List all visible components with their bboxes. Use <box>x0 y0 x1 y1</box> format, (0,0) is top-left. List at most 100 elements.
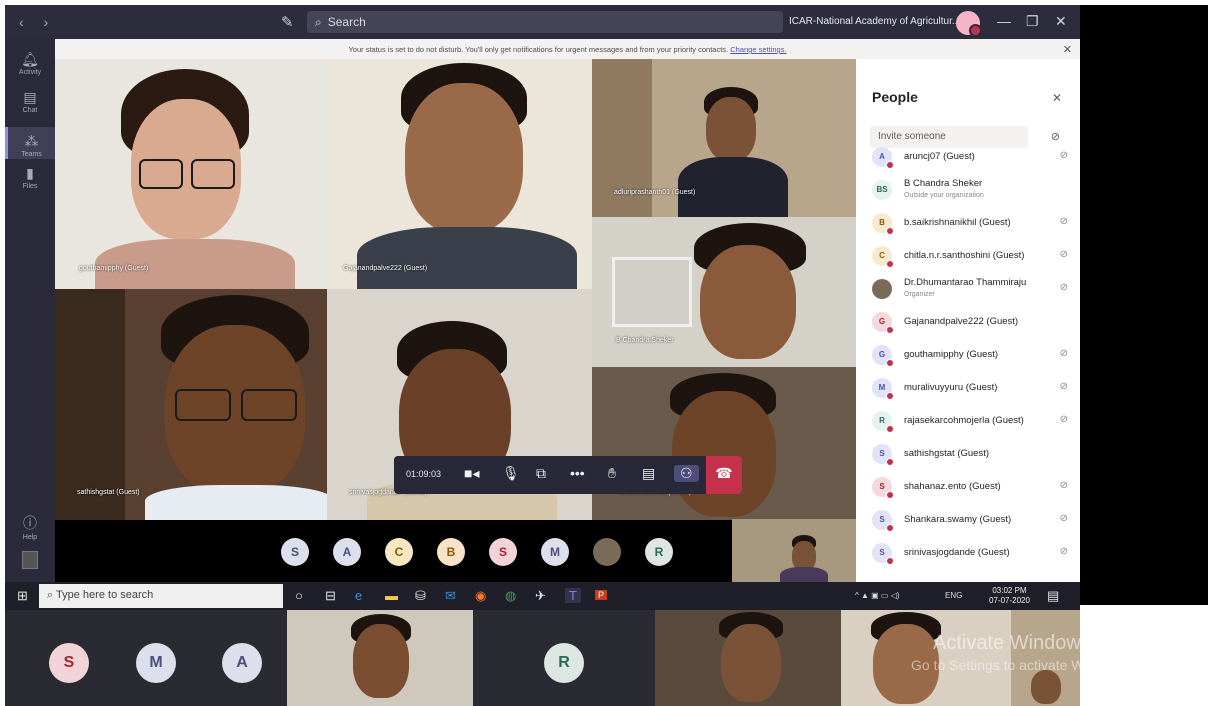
rail-item-help[interactable]: ⓘ Help <box>5 513 55 541</box>
participant-row[interactable]: G Gajanandpalve222 (Guest) <box>872 308 1068 338</box>
roster-avatar[interactable]: A <box>333 538 361 566</box>
participant-row[interactable]: Dr.Dhumantarao Thammiraju Organizer ⊘ <box>872 275 1068 305</box>
presence-dnd-icon <box>886 161 894 169</box>
avatar: A <box>872 147 894 169</box>
org-switcher[interactable]: ICAR-National Academy of Agricultur... ⌄ <box>789 16 971 27</box>
participant-name: Dr.Dhumantarao Thammiraju <box>904 277 1027 288</box>
participant-name: sathishgstat (Guest) <box>904 448 990 459</box>
bell-icon: 🔔︎ <box>21 51 39 67</box>
copy-link-icon[interactable]: ⊘ <box>1051 130 1060 143</box>
roster-avatar[interactable]: S <box>489 538 517 566</box>
share-screen-icon[interactable]: ⧉ <box>536 465 546 482</box>
taskbar-search-input[interactable]: ⌕ Type here to search <box>39 584 283 608</box>
participant-row[interactable]: Mmuralivuyyuru (Guest) ⊘ <box>872 374 1068 404</box>
rail-item-chat[interactable]: ▤ Chat <box>5 89 55 114</box>
presence-dnd-icon <box>886 524 894 532</box>
participant-row[interactable]: Bb.saikrishnanikhil (Guest) ⊘ <box>872 209 1068 239</box>
self-view-video[interactable] <box>732 519 856 583</box>
strip-avatar[interactable]: M <box>136 643 176 683</box>
microphone-icon[interactable]: 🎙︎ <box>502 465 520 482</box>
camera-icon[interactable]: ■◂ <box>464 465 479 482</box>
help-icon: ⓘ <box>23 515 37 531</box>
strip-video[interactable] <box>287 610 473 706</box>
video-tile[interactable]: adluriprashanth01 (Guest) <box>592 59 856 217</box>
video-tile[interactable]: gouthamipphy (Guest) <box>55 59 327 289</box>
roster-avatar[interactable]: C <box>385 538 413 566</box>
mic-muted-icon: ⊘ <box>1059 546 1068 557</box>
video-tile[interactable]: sathishgstat (Guest) <box>55 289 327 520</box>
teams-taskbar-icon[interactable]: T <box>565 588 581 603</box>
title-bar: ‹ › ✎ ⌕ Search ICAR-National Academy of A… <box>5 5 1080 39</box>
profile-avatar[interactable] <box>956 11 982 37</box>
firefox-icon[interactable]: ◉ <box>475 588 486 604</box>
strip-avatar[interactable]: S <box>49 643 89 683</box>
call-timer: 01:09:03 <box>406 469 442 479</box>
presence-dnd-icon <box>886 392 894 400</box>
close-icon[interactable]: ✕ <box>1052 91 1062 105</box>
roster-avatar[interactable]: S <box>281 538 309 566</box>
hang-up-button[interactable]: ☎︎ <box>706 456 742 494</box>
participant-row[interactable]: Aaruncj07 (Guest) ⊘ <box>872 143 1068 173</box>
participant-row[interactable]: Rrajasekarcohmojerla (Guest) ⊘ <box>872 407 1068 437</box>
files-icon: ▮ <box>26 165 34 181</box>
device-icon[interactable] <box>5 551 55 572</box>
language-indicator[interactable]: ENG <box>945 591 962 600</box>
tray-icons[interactable]: ^ ▲ ▣ ▭ ◁) <box>855 591 900 600</box>
file-explorer-icon[interactable]: ▬ <box>385 588 398 603</box>
notifications-icon[interactable]: ▤ <box>1047 588 1059 604</box>
search-icon: ⌕ <box>315 15 322 29</box>
store-icon[interactable]: ⛁ <box>415 588 426 604</box>
video-tile[interactable]: B Chandra Sheker <box>592 217 856 367</box>
dnd-notice: Your status is set to do not disturb. Yo… <box>55 39 1080 59</box>
avatar: G <box>872 312 894 334</box>
strip-avatar[interactable]: A <box>222 643 262 683</box>
nav-arrows[interactable]: ‹ › <box>19 14 56 30</box>
windows-start-icon[interactable]: ⊞ <box>17 588 28 604</box>
participant-row[interactable]: Ssrinivasjogdande (Guest) ⊘ <box>872 539 1068 569</box>
chrome-icon[interactable]: ◍ <box>505 588 516 604</box>
video-tile[interactable]: Gajanandpalve222 (Guest) <box>327 59 592 289</box>
avatar: S <box>872 444 894 466</box>
strip-video[interactable] <box>655 610 841 706</box>
raise-hand-icon[interactable]: ✋︎ <box>608 465 616 482</box>
hang-up-icon: ☎︎ <box>715 465 733 481</box>
chat-icon[interactable]: ▤ <box>642 465 655 482</box>
mic-muted-icon: ⊘ <box>1059 414 1068 425</box>
participant-name: Gajanandpalve222 (Guest) <box>904 316 1019 327</box>
roster-avatar[interactable]: M <box>541 538 569 566</box>
activate-windows-subtitle: Go to Settings to activate Windows. <box>911 657 1080 673</box>
compose-icon[interactable]: ✎ <box>281 13 294 31</box>
change-settings-link[interactable]: Change settings. <box>730 45 786 54</box>
powerpoint-icon[interactable]: P <box>595 590 608 600</box>
roster-avatar[interactable]: R <box>645 538 673 566</box>
video-tile[interactable]: shahanaz.ento (Guest) <box>592 367 856 520</box>
rail-item-teams[interactable]: ⁂ Teams <box>5 127 55 159</box>
rail-item-files[interactable]: ▮ Files <box>5 165 55 190</box>
close-icon[interactable]: ✕ <box>1055 13 1067 30</box>
participant-name: shahanaz.ento (Guest) <box>904 481 1001 492</box>
cortana-icon[interactable]: ○ <box>295 588 303 603</box>
strip-avatar[interactable]: R <box>544 643 584 683</box>
task-view-icon[interactable]: ⊟ <box>325 588 336 604</box>
edge-icon[interactable]: e <box>355 588 362 603</box>
more-options-icon[interactable]: ••• <box>570 465 585 481</box>
taskbar-clock[interactable]: 03:02 PM 07-07-2020 <box>989 586 1030 606</box>
participant-row[interactable]: Ssathishgstat (Guest) <box>872 440 1068 470</box>
roster-avatar[interactable]: B <box>437 538 465 566</box>
minimize-icon[interactable]: — <box>997 13 1011 29</box>
participant-row[interactable]: Cchitla.n.r.santhoshini (Guest) ⊘ <box>872 242 1068 272</box>
avatar: M <box>872 378 894 400</box>
roster-avatar[interactable] <box>593 538 621 566</box>
pin-icon[interactable]: ✈ <box>535 588 546 604</box>
maximize-icon[interactable]: ❐ <box>1026 13 1039 30</box>
close-icon[interactable]: ✕ <box>1063 43 1072 56</box>
participant-role: Outside your organization <box>904 192 984 199</box>
participant-row[interactable]: Sshahanaz.ento (Guest) ⊘ <box>872 473 1068 503</box>
participant-row[interactable]: BS B Chandra Sheker Outside your organizat… <box>872 176 1068 206</box>
rail-item-activity[interactable]: 🔔︎ Activity <box>5 51 55 76</box>
participants-icon[interactable]: ⚇ <box>674 465 699 482</box>
participant-row[interactable]: S Shankara.swamy (Guest) ⊘ <box>872 506 1068 536</box>
mail-icon[interactable]: ✉ <box>445 588 456 604</box>
participant-row[interactable]: Ggouthamipphy (Guest) ⊘ <box>872 341 1068 371</box>
search-input[interactable]: ⌕ Search <box>307 11 783 33</box>
